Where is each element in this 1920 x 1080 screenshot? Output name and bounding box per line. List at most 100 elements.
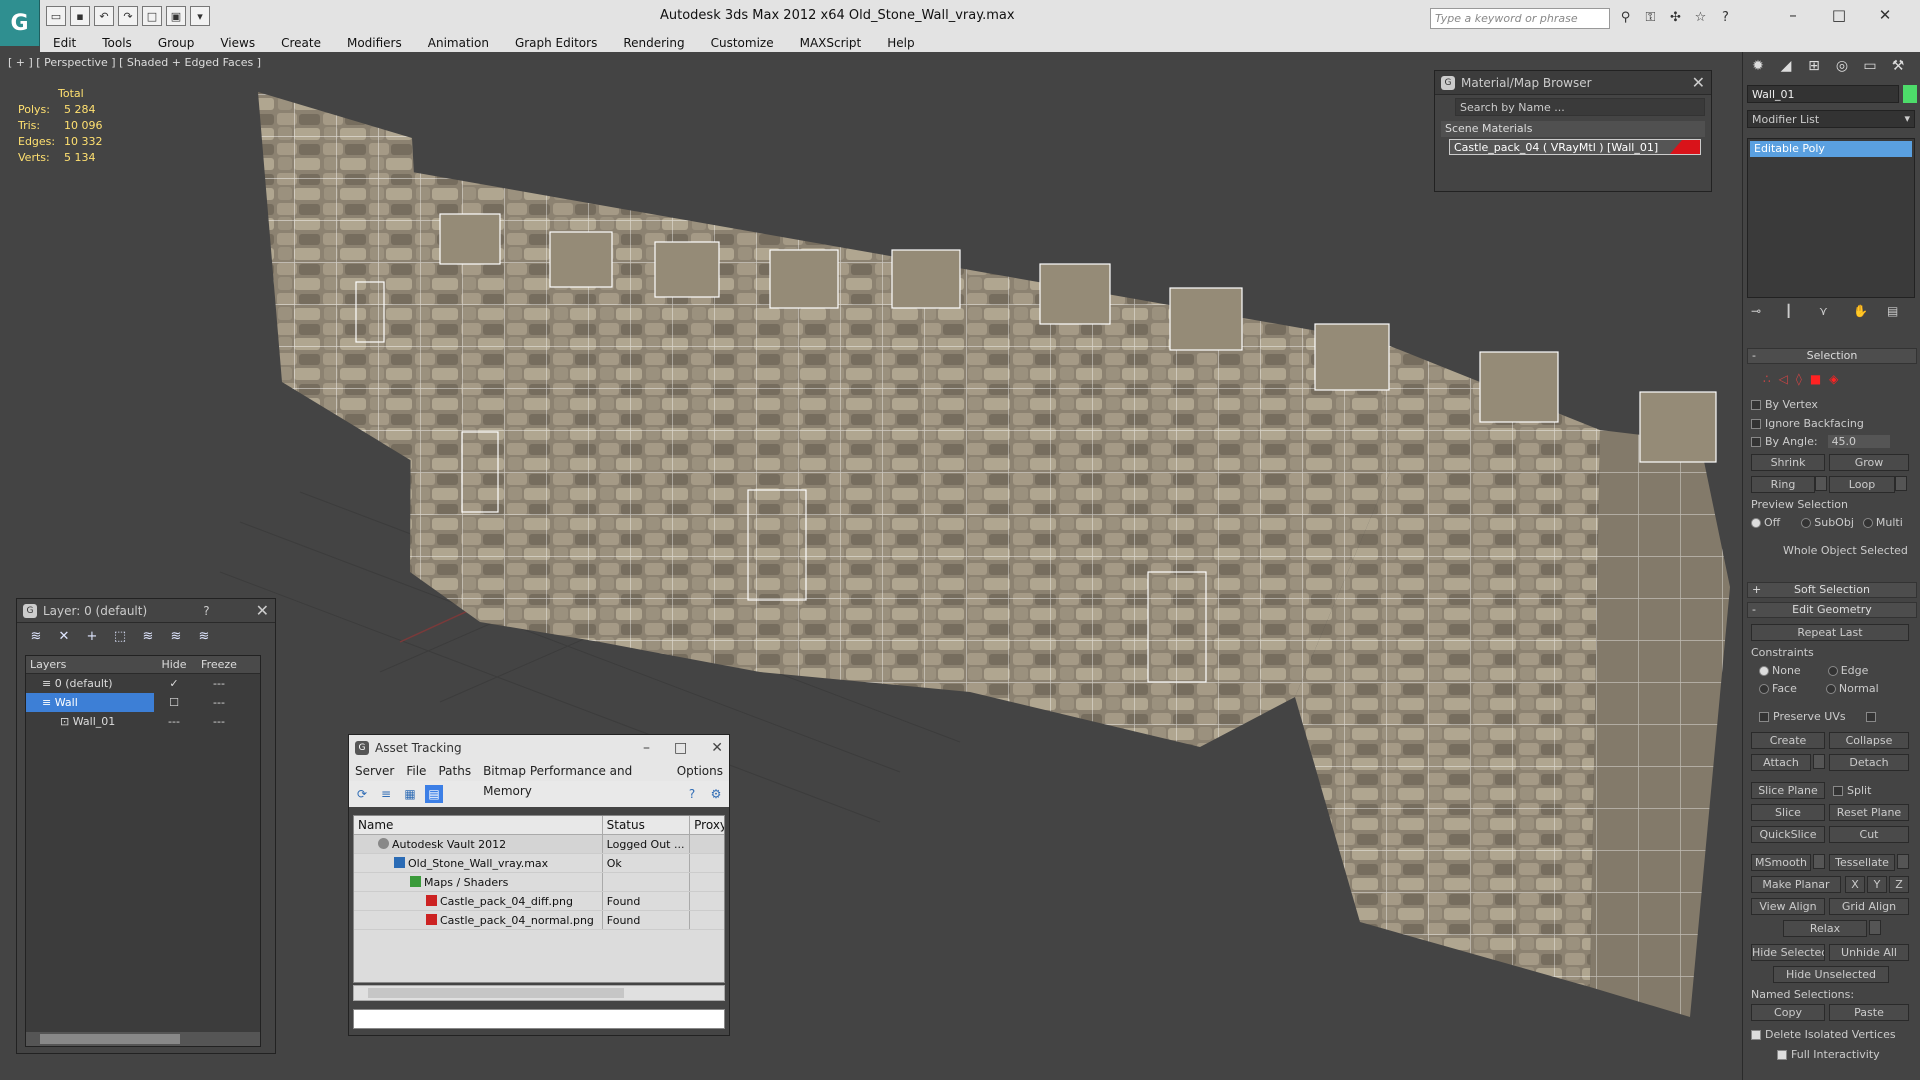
app-logo-icon[interactable]: G — [0, 0, 40, 46]
preview-subobj-radio[interactable] — [1801, 517, 1812, 528]
by-vertex-checkbox[interactable] — [1751, 399, 1761, 410]
planar-x-button[interactable]: X — [1845, 876, 1865, 893]
repeat-last-button[interactable]: Repeat Last — [1751, 624, 1909, 641]
relax-button[interactable]: Relax — [1783, 920, 1867, 937]
delete-isolated-checkbox[interactable] — [1751, 1029, 1761, 1040]
select-in-layer-icon[interactable]: ⬚ — [111, 627, 129, 645]
hide-selected-button[interactable]: Hide Selected — [1751, 944, 1825, 961]
scrollbar-thumb[interactable] — [368, 988, 624, 998]
layer-freeze-toggle[interactable]: --- — [194, 693, 244, 712]
constraint-normal-radio[interactable] — [1825, 683, 1836, 694]
attach-list-icon[interactable] — [1813, 754, 1825, 769]
stack-item-editable-poly[interactable]: Editable Poly — [1750, 141, 1912, 157]
menu-paths[interactable]: Paths — [432, 761, 477, 781]
paste-button[interactable]: Paste — [1829, 1004, 1909, 1021]
key-icon[interactable]: ⚿ — [1641, 8, 1660, 27]
object-color-swatch[interactable] — [1903, 85, 1917, 103]
freeze-column-header[interactable]: Freeze — [194, 656, 244, 673]
help-icon[interactable]: ? — [683, 785, 701, 803]
highlight-layer-icon[interactable]: ≋ — [139, 627, 157, 645]
preserve-uvs-checkbox[interactable] — [1759, 711, 1769, 722]
menu-customize[interactable]: Customize — [698, 34, 787, 52]
slice-button[interactable]: Slice — [1751, 804, 1825, 821]
constraint-face-radio[interactable] — [1759, 683, 1769, 694]
table-row[interactable]: Maps / Shaders — [354, 873, 724, 892]
horizontal-scrollbar[interactable] — [26, 1032, 260, 1046]
redo-icon[interactable]: ↷ — [118, 6, 138, 26]
menu-bitmap-performance[interactable]: Bitmap Performance and Memory — [477, 761, 671, 798]
grow-button[interactable]: Grow — [1829, 454, 1909, 471]
selection-rollout-header[interactable]: - Selection — [1747, 348, 1917, 364]
status-column-header[interactable]: Status — [603, 816, 691, 834]
menu-file[interactable]: File — [400, 761, 432, 781]
table-row[interactable]: ⊡ Wall_01 --- --- — [26, 712, 260, 731]
table-row[interactable]: Old_Stone_Wall_vray.max Ok — [354, 854, 724, 873]
table-row[interactable]: ≡ 0 (default) ✓ --- — [26, 674, 260, 693]
layer-hide-toggle[interactable]: --- — [154, 712, 194, 731]
cut-button[interactable]: Cut — [1829, 826, 1909, 843]
menu-views[interactable]: Views — [207, 34, 268, 52]
favorites-star-icon[interactable]: ☆ — [1691, 8, 1710, 27]
fetch-icon[interactable]: ▣ — [166, 6, 186, 26]
modifier-list-dropdown[interactable]: Modifier List — [1747, 110, 1915, 128]
loop-spinner[interactable] — [1895, 476, 1907, 491]
grid-align-button[interactable]: Grid Align — [1829, 898, 1909, 915]
msmooth-button[interactable]: MSmooth — [1751, 854, 1811, 871]
binoculars-icon[interactable]: ⚲ — [1616, 8, 1635, 27]
planar-y-button[interactable]: Y — [1867, 876, 1887, 893]
utilities-tab-icon[interactable]: ⚒ — [1887, 55, 1909, 77]
tessellate-settings-icon[interactable] — [1897, 854, 1909, 869]
name-column-header[interactable]: Name — [354, 816, 603, 834]
ignore-backfacing-checkbox[interactable] — [1751, 418, 1761, 429]
layer-hide-toggle[interactable]: ☐ — [154, 693, 194, 712]
hierarchy-tab-icon[interactable]: ⊞ — [1803, 55, 1825, 77]
view-align-button[interactable]: View Align — [1751, 898, 1825, 915]
refresh-icon[interactable]: ⟳ — [353, 785, 371, 803]
vertex-mode-icon[interactable]: ∴ — [1763, 372, 1771, 386]
constraint-edge-radio[interactable] — [1827, 665, 1838, 676]
save-file-icon[interactable]: ▪ — [70, 6, 90, 26]
planar-z-button[interactable]: Z — [1889, 876, 1909, 893]
horizontal-scrollbar[interactable] — [353, 985, 725, 1001]
table-row[interactable]: Castle_pack_04_diff.png Found — [354, 892, 724, 911]
list-view-icon[interactable]: ≡ — [377, 785, 395, 803]
hide-column-header[interactable]: Hide — [154, 656, 194, 673]
menu-server[interactable]: Server — [349, 761, 400, 781]
close-icon[interactable]: ✕ — [256, 601, 269, 620]
layer-hide-toggle[interactable]: ✓ — [154, 674, 194, 693]
preview-off-radio[interactable] — [1751, 517, 1761, 528]
close-icon[interactable]: ✕ — [1872, 4, 1898, 26]
help-icon[interactable]: ? — [1716, 8, 1735, 27]
relax-settings-icon[interactable] — [1869, 920, 1881, 935]
ring-button[interactable]: Ring — [1751, 476, 1815, 493]
detach-button[interactable]: Detach — [1829, 754, 1909, 771]
help-icon[interactable]: ? — [203, 604, 209, 618]
by-angle-checkbox[interactable] — [1751, 436, 1761, 447]
menu-rendering[interactable]: Rendering — [610, 34, 697, 52]
material-item[interactable]: Castle_pack_04 ( VRayMtl ) [Wall_01] — [1449, 139, 1701, 155]
open-file-icon[interactable]: ▭ — [46, 6, 66, 26]
communication-center-icon[interactable]: ✣ — [1666, 8, 1685, 27]
remove-modifier-icon[interactable]: ✋ — [1853, 304, 1869, 320]
make-planar-button[interactable]: Make Planar — [1751, 876, 1841, 893]
msmooth-settings-icon[interactable] — [1813, 854, 1825, 869]
collapse-button[interactable]: Collapse — [1829, 732, 1909, 749]
constraint-none-radio[interactable] — [1759, 665, 1769, 676]
configure-sets-icon[interactable]: ▤ — [1887, 304, 1903, 320]
menu-create[interactable]: Create — [268, 34, 334, 52]
shrink-button[interactable]: Shrink — [1751, 454, 1825, 471]
maximize-icon[interactable]: □ — [1826, 4, 1852, 26]
layer-freeze-toggle[interactable]: --- — [194, 674, 244, 693]
pin-stack-icon[interactable]: ⊸ — [1751, 304, 1767, 320]
layer-freeze-toggle[interactable]: --- — [194, 712, 244, 731]
loop-button[interactable]: Loop — [1829, 476, 1895, 493]
table-view-icon[interactable]: ▤ — [425, 785, 443, 803]
copy-button[interactable]: Copy — [1751, 1004, 1825, 1021]
slice-plane-button[interactable]: Slice Plane — [1751, 782, 1825, 799]
viewport-label[interactable]: [ + ] [ Perspective ] [ Shaded + Edged F… — [8, 56, 261, 69]
soft-selection-rollout-header[interactable]: + Soft Selection — [1747, 582, 1917, 598]
object-name-field[interactable]: Wall_01 — [1747, 85, 1899, 103]
motion-tab-icon[interactable]: ◎ — [1831, 55, 1853, 77]
minimize-icon[interactable]: – — [643, 740, 650, 756]
polygon-mode-icon[interactable]: ■ — [1810, 372, 1821, 386]
